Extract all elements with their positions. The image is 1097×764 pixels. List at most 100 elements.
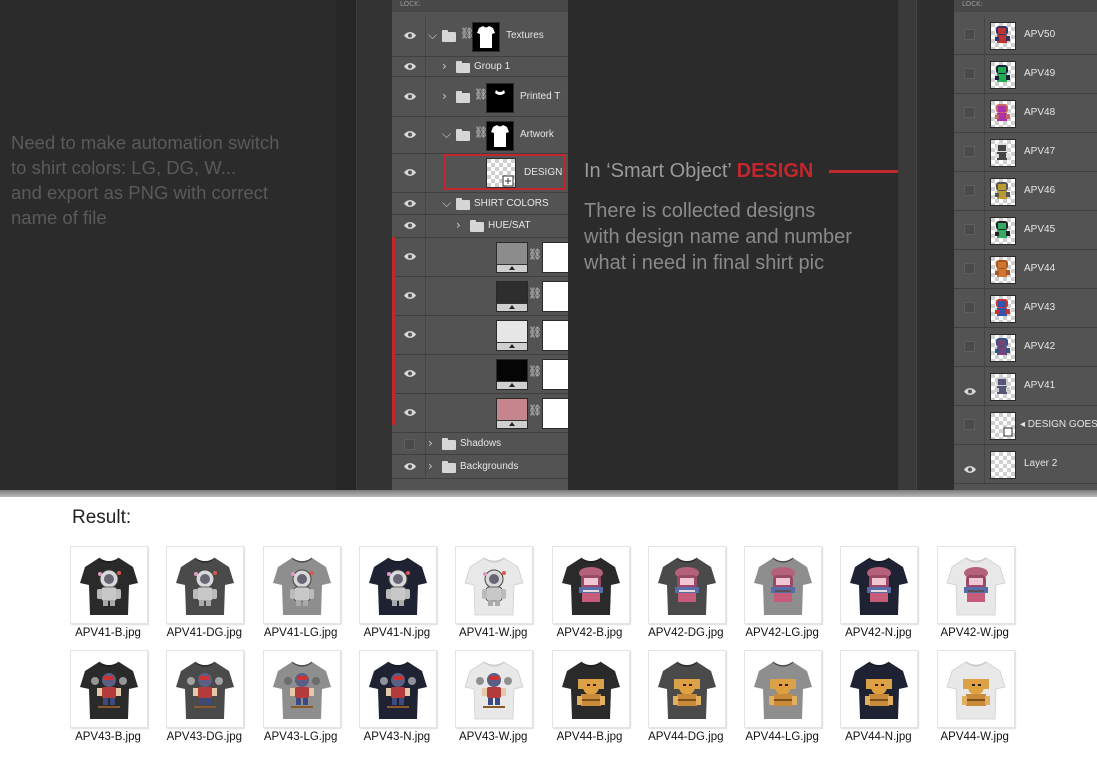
color-fill-thumbnail[interactable] [496,242,528,273]
layer-thumbnail[interactable] [990,100,1016,128]
shirt-result-thumbnail[interactable] [744,650,823,728]
mask-thumbnail[interactable] [542,242,568,273]
shirt-result-thumbnail[interactable] [358,650,437,728]
link-icon[interactable]: ⛓ [528,287,542,300]
design-layer-row[interactable]: APV46 [954,172,1097,211]
design-layer-row[interactable]: ◂ DESIGN GOES [954,406,1097,445]
layer-thumbnail[interactable] [990,217,1016,245]
eye-icon[interactable] [403,291,417,300]
layer-row[interactable]: › Backgrounds [392,455,568,479]
visibility-off-icon[interactable] [964,302,975,313]
eye-icon[interactable] [403,369,417,378]
design-layer-row[interactable]: Layer 2 [954,445,1097,484]
color-fill-thumbnail[interactable] [496,359,528,390]
shirt-result-thumbnail[interactable] [166,650,245,728]
visibility-off-icon[interactable] [964,419,975,430]
eye-icon[interactable] [403,252,417,261]
layer-row[interactable]: ⌵ ⛓ Textures [392,16,568,57]
eye-icon[interactable] [403,92,417,101]
eye-icon[interactable] [403,221,417,230]
eye-icon[interactable] [963,381,977,395]
layer-thumbnail[interactable] [990,256,1016,284]
design-layer-row[interactable]: APV45 [954,211,1097,250]
color-fill-thumbnail[interactable] [496,320,528,351]
link-icon[interactable]: ⛓ [528,248,542,261]
design-layer-row[interactable]: APV42 [954,328,1097,367]
shirt-result-thumbnail[interactable] [262,546,341,624]
design-layer-row[interactable]: APV49 [954,55,1097,94]
mask-thumbnail[interactable] [472,22,500,52]
shirt-result-thumbnail[interactable] [840,650,919,728]
shirt-result-thumbnail[interactable] [551,650,630,728]
layer-thumbnail[interactable] [990,139,1016,167]
color-fill-thumbnail[interactable] [496,281,528,312]
layer-row[interactable]: ⛓F [392,394,568,433]
visibility-off-icon[interactable] [964,341,975,352]
visibility-off-icon[interactable] [964,68,975,79]
shirt-result-thumbnail[interactable] [70,546,148,624]
shirt-result-thumbnail[interactable] [455,546,534,624]
visibility-off-icon[interactable] [964,29,975,40]
layer-thumbnail[interactable] [990,178,1016,206]
shirt-result-thumbnail[interactable] [70,650,148,728]
shirt-result-thumbnail[interactable] [647,650,726,728]
eye-icon[interactable] [403,462,417,471]
layer-thumbnail[interactable] [990,22,1016,50]
chevron-right-icon[interactable]: › [428,436,433,450]
eye-icon[interactable] [403,31,417,40]
design-layer-row[interactable]: APV50 [954,16,1097,55]
layer-row[interactable]: ⛓LG [392,238,568,277]
shirt-result-thumbnail[interactable] [166,546,245,624]
layer-row[interactable]: ⛓W [392,316,568,355]
layer-row[interactable]: › HUE/SAT [392,215,568,238]
shirt-result-thumbnail[interactable] [744,546,823,624]
shirt-result-thumbnail[interactable] [551,546,630,624]
eye-icon[interactable] [403,168,417,177]
eye-icon[interactable] [403,62,417,71]
shirt-result-thumbnail[interactable] [262,650,341,728]
link-icon[interactable]: ⛓ [528,404,542,417]
eye-icon[interactable] [963,459,977,473]
layer-row[interactable]: ⌵ ⛓ Artwork [392,117,568,154]
visibility-off-icon[interactable] [964,185,975,196]
layer-thumbnail[interactable] [990,295,1016,323]
visibility-off-icon[interactable] [964,224,975,235]
chevron-down-icon[interactable]: ⌵ [442,127,451,142]
eye-icon[interactable] [403,330,417,339]
chevron-right-icon[interactable]: › [442,89,447,103]
link-icon[interactable]: ⛓ [528,365,542,378]
mask-thumbnail[interactable] [542,398,568,429]
chevron-right-icon[interactable]: › [428,459,433,473]
visibility-off-icon[interactable] [404,438,415,450]
layer-row[interactable]: ⌵ SHIRT COLORS [392,193,568,215]
eye-icon[interactable] [403,130,417,139]
chevron-down-icon[interactable]: ⌵ [442,196,451,211]
layer-thumbnail[interactable] [990,61,1016,89]
design-layer-row[interactable]: APV43 [954,289,1097,328]
mask-thumbnail[interactable] [486,121,514,151]
mask-thumbnail[interactable] [542,320,568,351]
layer-row[interactable]: › ⛓ Printed T [392,77,568,117]
color-fill-thumbnail[interactable] [496,398,528,429]
layer-thumbnail[interactable] [990,412,1016,440]
visibility-off-icon[interactable] [964,107,975,118]
chevron-down-icon[interactable]: ⌵ [428,28,437,43]
eye-icon[interactable] [403,199,417,208]
design-layer-row[interactable]: APV48 [954,94,1097,133]
shirt-result-thumbnail[interactable] [358,546,437,624]
layer-row[interactable]: › Group 1 [392,57,568,77]
link-icon[interactable]: ⛓ [528,326,542,339]
design-layer-row[interactable]: APV41 [954,367,1097,406]
layer-thumbnail[interactable] [990,451,1016,479]
design-layer-row[interactable]: APV44 [954,250,1097,289]
layer-row[interactable]: ⛓B [392,355,568,394]
layer-row[interactable]: ⛓DG [392,277,568,316]
mask-thumbnail[interactable] [542,359,568,390]
shirt-result-thumbnail[interactable] [647,546,726,624]
shirt-result-thumbnail[interactable] [455,650,534,728]
eye-icon[interactable] [403,408,417,417]
visibility-off-icon[interactable] [964,263,975,274]
visibility-off-icon[interactable] [964,146,975,157]
chevron-right-icon[interactable]: › [456,218,461,232]
layer-thumbnail[interactable] [990,334,1016,362]
